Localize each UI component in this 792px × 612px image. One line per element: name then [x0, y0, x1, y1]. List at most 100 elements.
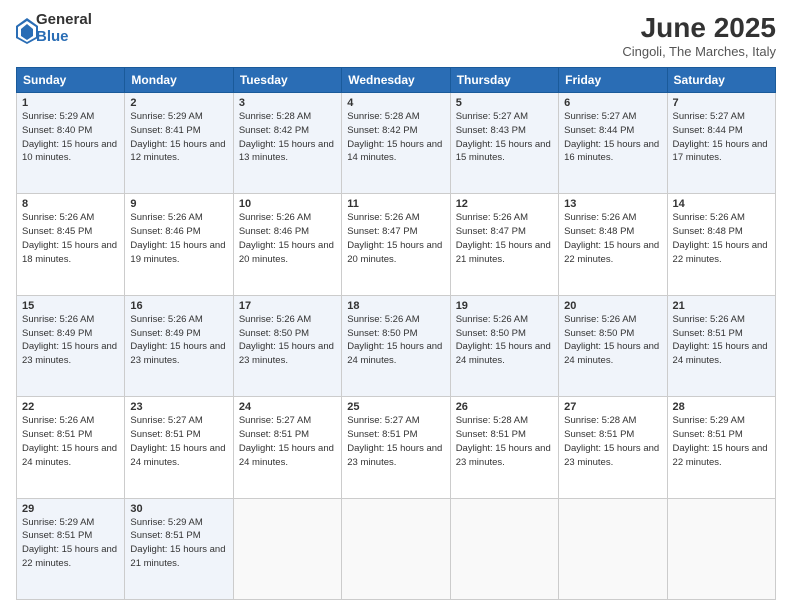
calendar-cell: 4 Sunrise: 5:28 AMSunset: 8:42 PMDayligh… [342, 93, 450, 194]
day-number: 25 [347, 401, 444, 413]
day-info: Sunrise: 5:27 AMSunset: 8:51 PMDaylight:… [239, 415, 334, 467]
day-info: Sunrise: 5:27 AMSunset: 8:44 PMDaylight:… [673, 111, 768, 163]
calendar-cell: 12 Sunrise: 5:26 AMSunset: 8:47 PMDaylig… [450, 194, 558, 295]
day-info: Sunrise: 5:29 AMSunset: 8:41 PMDaylight:… [130, 111, 225, 163]
day-number: 2 [130, 97, 227, 109]
calendar-cell: 9 Sunrise: 5:26 AMSunset: 8:46 PMDayligh… [125, 194, 233, 295]
calendar-week-2: 8 Sunrise: 5:26 AMSunset: 8:45 PMDayligh… [17, 194, 776, 295]
day-info: Sunrise: 5:26 AMSunset: 8:47 PMDaylight:… [456, 212, 551, 264]
calendar-week-1: 1 Sunrise: 5:29 AMSunset: 8:40 PMDayligh… [17, 93, 776, 194]
calendar-cell: 5 Sunrise: 5:27 AMSunset: 8:43 PMDayligh… [450, 93, 558, 194]
day-info: Sunrise: 5:29 AMSunset: 8:51 PMDaylight:… [673, 415, 768, 467]
calendar-header-friday: Friday [559, 68, 667, 93]
day-info: Sunrise: 5:28 AMSunset: 8:42 PMDaylight:… [239, 111, 334, 163]
logo-text: General Blue [36, 12, 92, 45]
calendar-cell: 7 Sunrise: 5:27 AMSunset: 8:44 PMDayligh… [667, 93, 775, 194]
day-number: 9 [130, 198, 227, 210]
calendar-week-4: 22 Sunrise: 5:26 AMSunset: 8:51 PMDaylig… [17, 397, 776, 498]
calendar-cell: 27 Sunrise: 5:28 AMSunset: 8:51 PMDaylig… [559, 397, 667, 498]
day-info: Sunrise: 5:26 AMSunset: 8:50 PMDaylight:… [564, 314, 659, 366]
calendar-cell: 1 Sunrise: 5:29 AMSunset: 8:40 PMDayligh… [17, 93, 125, 194]
day-info: Sunrise: 5:29 AMSunset: 8:51 PMDaylight:… [130, 517, 225, 569]
day-number: 30 [130, 503, 227, 515]
day-number: 4 [347, 97, 444, 109]
day-number: 24 [239, 401, 336, 413]
day-number: 3 [239, 97, 336, 109]
calendar-cell [342, 498, 450, 599]
calendar-cell: 29 Sunrise: 5:29 AMSunset: 8:51 PMDaylig… [17, 498, 125, 599]
calendar-cell: 13 Sunrise: 5:26 AMSunset: 8:48 PMDaylig… [559, 194, 667, 295]
day-number: 22 [22, 401, 119, 413]
calendar-cell [667, 498, 775, 599]
calendar-cell: 23 Sunrise: 5:27 AMSunset: 8:51 PMDaylig… [125, 397, 233, 498]
calendar-cell: 8 Sunrise: 5:26 AMSunset: 8:45 PMDayligh… [17, 194, 125, 295]
day-number: 5 [456, 97, 553, 109]
day-info: Sunrise: 5:27 AMSunset: 8:43 PMDaylight:… [456, 111, 551, 163]
day-info: Sunrise: 5:29 AMSunset: 8:51 PMDaylight:… [22, 517, 117, 569]
logo-general-text: General [36, 12, 92, 29]
day-number: 10 [239, 198, 336, 210]
calendar-cell [559, 498, 667, 599]
day-number: 13 [564, 198, 661, 210]
day-number: 15 [22, 300, 119, 312]
calendar-cell [233, 498, 341, 599]
day-number: 16 [130, 300, 227, 312]
page: General Blue June 2025 Cingoli, The Marc… [0, 0, 792, 612]
day-info: Sunrise: 5:26 AMSunset: 8:50 PMDaylight:… [456, 314, 551, 366]
day-number: 14 [673, 198, 770, 210]
day-number: 20 [564, 300, 661, 312]
day-number: 19 [456, 300, 553, 312]
day-info: Sunrise: 5:26 AMSunset: 8:51 PMDaylight:… [673, 314, 768, 366]
calendar-header-thursday: Thursday [450, 68, 558, 93]
day-info: Sunrise: 5:26 AMSunset: 8:49 PMDaylight:… [130, 314, 225, 366]
calendar-cell: 10 Sunrise: 5:26 AMSunset: 8:46 PMDaylig… [233, 194, 341, 295]
day-info: Sunrise: 5:28 AMSunset: 8:51 PMDaylight:… [456, 415, 551, 467]
day-number: 11 [347, 198, 444, 210]
day-info: Sunrise: 5:28 AMSunset: 8:42 PMDaylight:… [347, 111, 442, 163]
calendar-cell [450, 498, 558, 599]
day-info: Sunrise: 5:26 AMSunset: 8:48 PMDaylight:… [673, 212, 768, 264]
main-title: June 2025 [622, 12, 776, 44]
calendar-cell: 16 Sunrise: 5:26 AMSunset: 8:49 PMDaylig… [125, 295, 233, 396]
logo: General Blue [16, 12, 92, 45]
calendar-week-3: 15 Sunrise: 5:26 AMSunset: 8:49 PMDaylig… [17, 295, 776, 396]
calendar-header-wednesday: Wednesday [342, 68, 450, 93]
day-info: Sunrise: 5:27 AMSunset: 8:44 PMDaylight:… [564, 111, 659, 163]
calendar-cell: 19 Sunrise: 5:26 AMSunset: 8:50 PMDaylig… [450, 295, 558, 396]
calendar-cell: 28 Sunrise: 5:29 AMSunset: 8:51 PMDaylig… [667, 397, 775, 498]
calendar-cell: 2 Sunrise: 5:29 AMSunset: 8:41 PMDayligh… [125, 93, 233, 194]
day-number: 26 [456, 401, 553, 413]
calendar-cell: 11 Sunrise: 5:26 AMSunset: 8:47 PMDaylig… [342, 194, 450, 295]
day-info: Sunrise: 5:27 AMSunset: 8:51 PMDaylight:… [347, 415, 442, 467]
calendar-header-saturday: Saturday [667, 68, 775, 93]
title-block: June 2025 Cingoli, The Marches, Italy [622, 12, 776, 59]
day-number: 17 [239, 300, 336, 312]
day-number: 12 [456, 198, 553, 210]
day-number: 1 [22, 97, 119, 109]
logo-blue-text: Blue [36, 29, 92, 46]
day-info: Sunrise: 5:26 AMSunset: 8:46 PMDaylight:… [130, 212, 225, 264]
calendar-cell: 20 Sunrise: 5:26 AMSunset: 8:50 PMDaylig… [559, 295, 667, 396]
calendar-cell: 14 Sunrise: 5:26 AMSunset: 8:48 PMDaylig… [667, 194, 775, 295]
day-info: Sunrise: 5:26 AMSunset: 8:48 PMDaylight:… [564, 212, 659, 264]
calendar-cell: 24 Sunrise: 5:27 AMSunset: 8:51 PMDaylig… [233, 397, 341, 498]
day-number: 8 [22, 198, 119, 210]
calendar-cell: 30 Sunrise: 5:29 AMSunset: 8:51 PMDaylig… [125, 498, 233, 599]
day-info: Sunrise: 5:26 AMSunset: 8:47 PMDaylight:… [347, 212, 442, 264]
day-info: Sunrise: 5:26 AMSunset: 8:45 PMDaylight:… [22, 212, 117, 264]
calendar-cell: 21 Sunrise: 5:26 AMSunset: 8:51 PMDaylig… [667, 295, 775, 396]
day-number: 21 [673, 300, 770, 312]
header: General Blue June 2025 Cingoli, The Marc… [16, 12, 776, 59]
day-number: 23 [130, 401, 227, 413]
logo-icon [16, 18, 34, 40]
calendar-header-monday: Monday [125, 68, 233, 93]
day-number: 29 [22, 503, 119, 515]
calendar-cell: 25 Sunrise: 5:27 AMSunset: 8:51 PMDaylig… [342, 397, 450, 498]
calendar-cell: 22 Sunrise: 5:26 AMSunset: 8:51 PMDaylig… [17, 397, 125, 498]
day-info: Sunrise: 5:26 AMSunset: 8:50 PMDaylight:… [347, 314, 442, 366]
calendar-week-5: 29 Sunrise: 5:29 AMSunset: 8:51 PMDaylig… [17, 498, 776, 599]
subtitle: Cingoli, The Marches, Italy [622, 44, 776, 59]
day-info: Sunrise: 5:29 AMSunset: 8:40 PMDaylight:… [22, 111, 117, 163]
calendar-cell: 6 Sunrise: 5:27 AMSunset: 8:44 PMDayligh… [559, 93, 667, 194]
day-number: 18 [347, 300, 444, 312]
